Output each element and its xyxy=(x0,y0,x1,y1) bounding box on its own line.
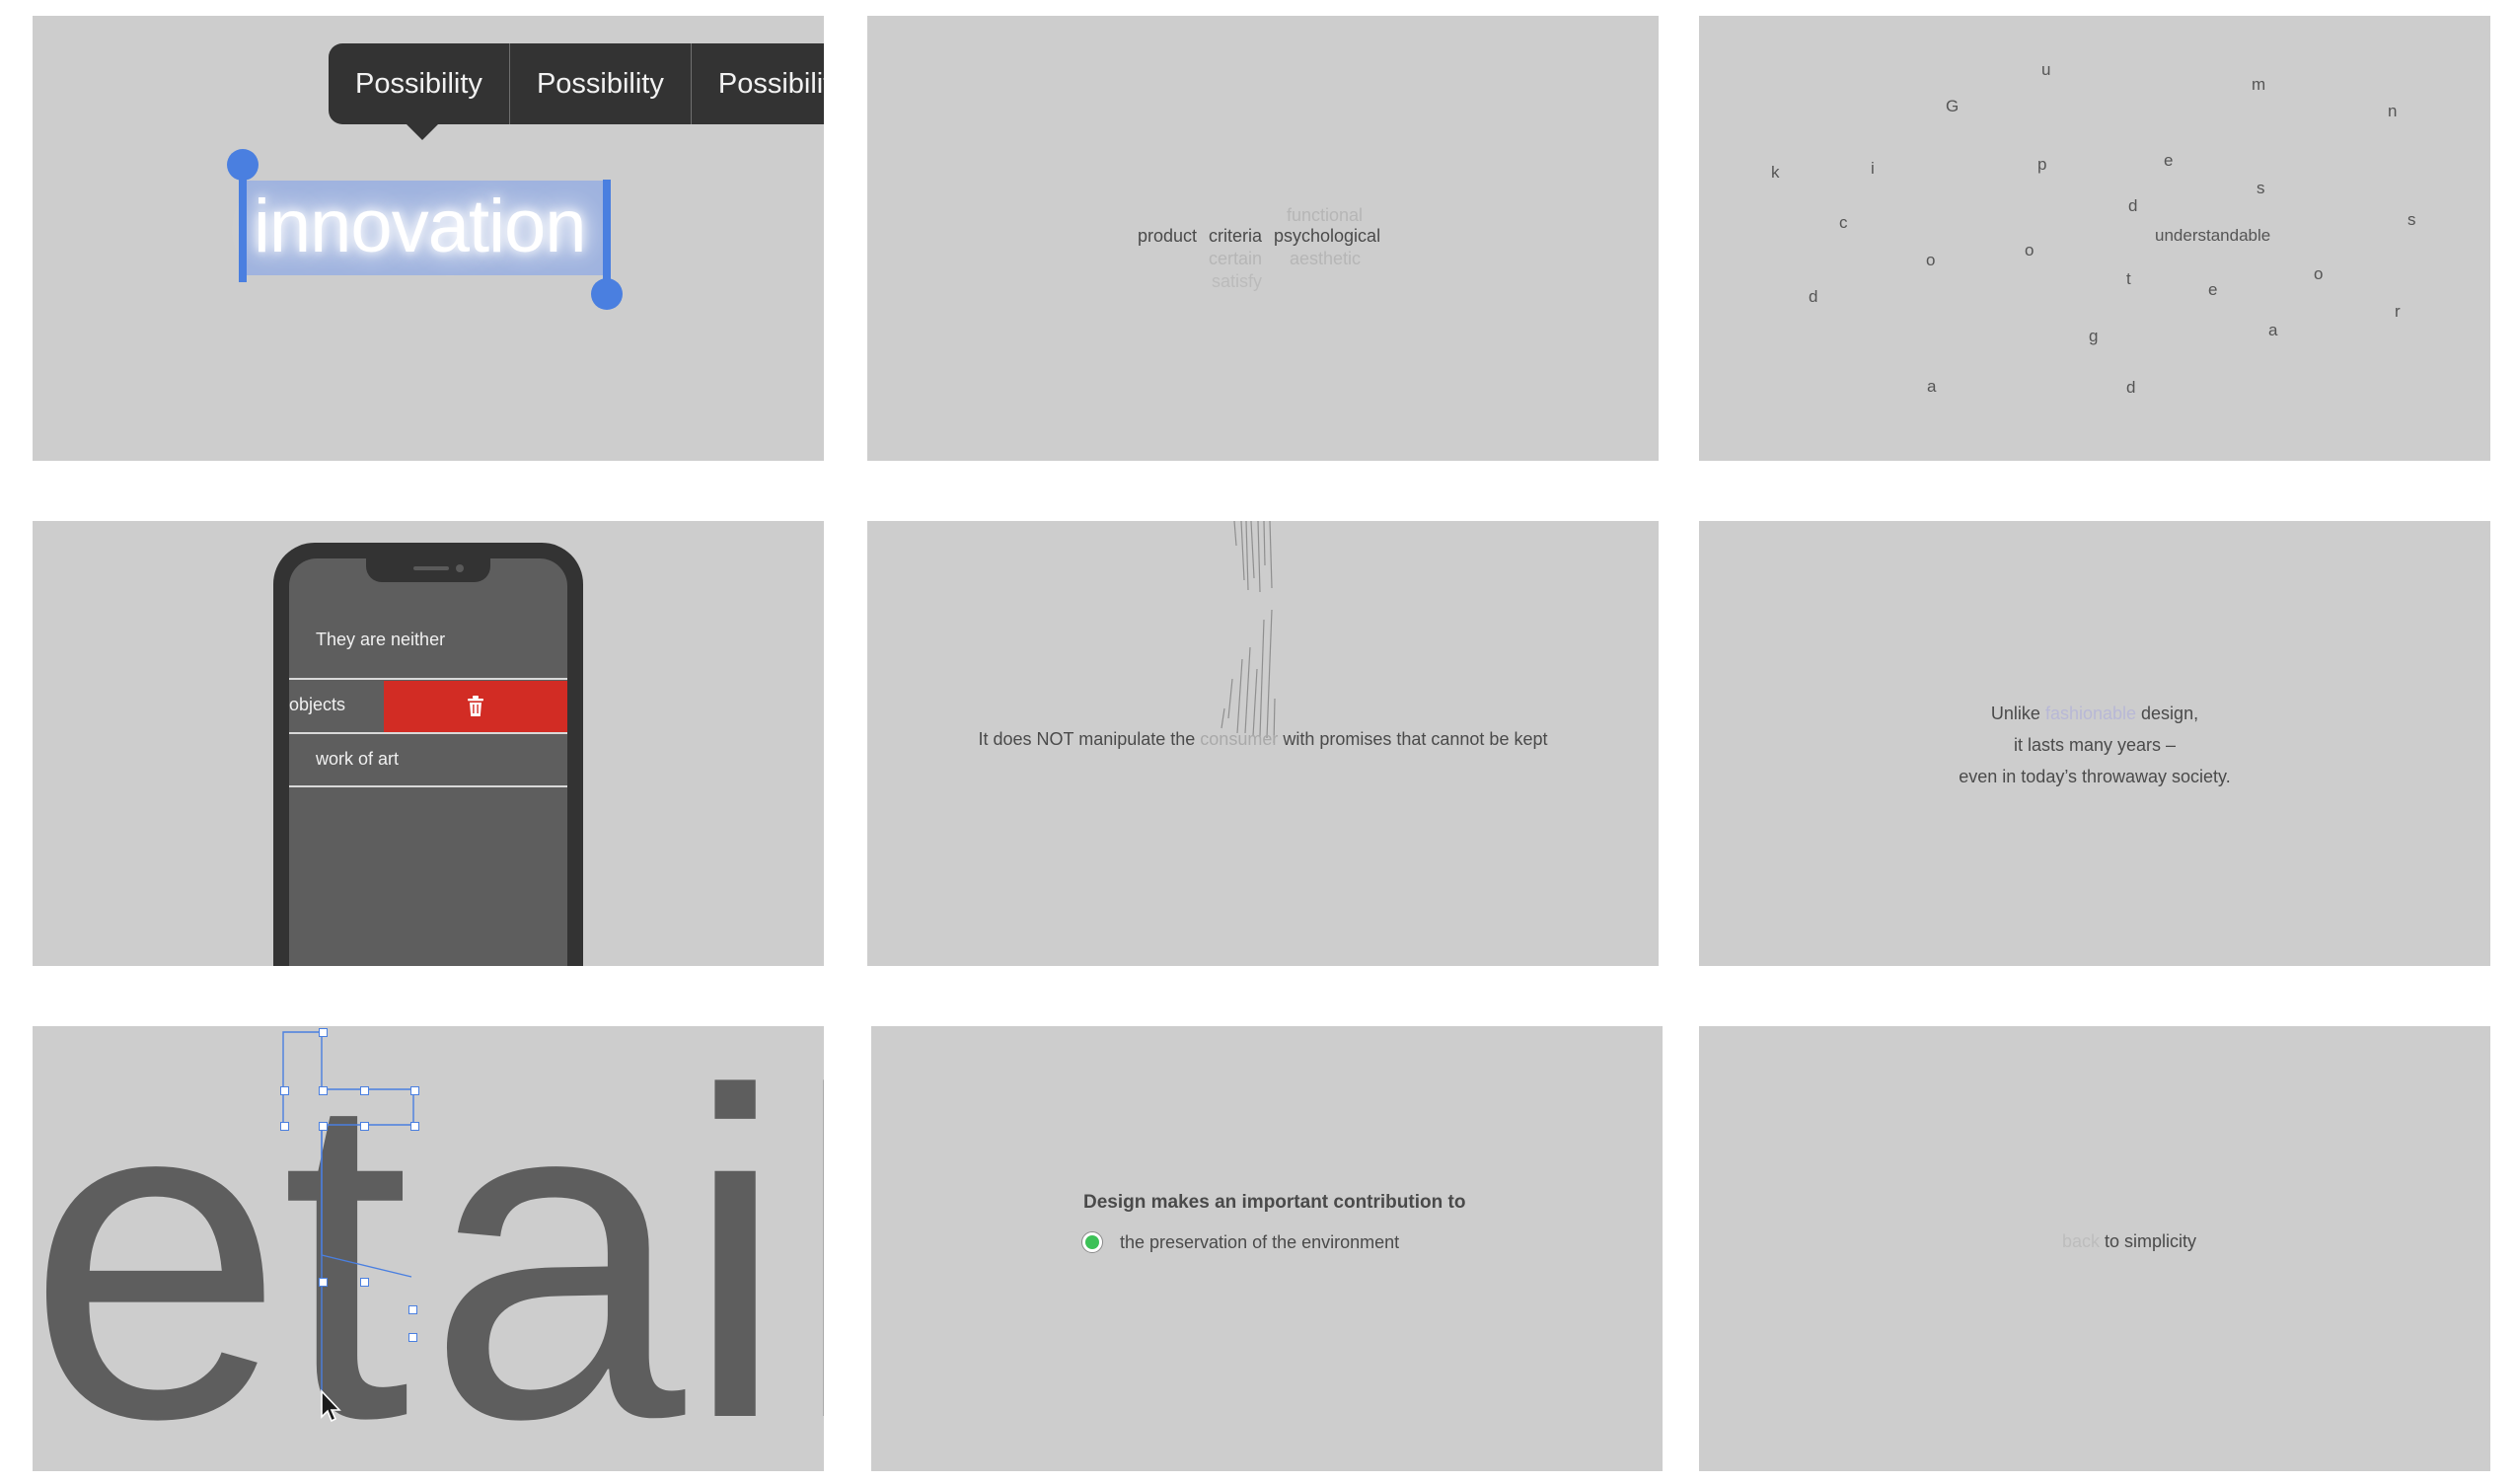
panel-simplicity: back to simplicity xyxy=(1699,1026,2490,1471)
letter: e xyxy=(2208,280,2218,299)
anchor-point[interactable] xyxy=(319,1086,328,1095)
anchor-point[interactable] xyxy=(408,1333,417,1342)
trash-icon xyxy=(468,696,483,716)
menu-option-possibility-1[interactable]: Possibility xyxy=(329,43,510,124)
selected-word[interactable]: innovation xyxy=(254,178,586,276)
panel-longevity: Unlike fashionable design, it lasts many… xyxy=(1699,521,2490,966)
anchor-point[interactable] xyxy=(360,1122,369,1131)
line1-part: Unlike xyxy=(1990,704,2045,723)
manipulation-sentence: It does NOT manipulate the consumer with… xyxy=(867,729,1659,750)
anchor-point[interactable] xyxy=(280,1122,289,1131)
letter: o xyxy=(1926,251,1936,269)
phone-notch xyxy=(366,558,490,582)
line3: even in today’s throwaway society. xyxy=(1959,767,2231,786)
list-item-work-of-art[interactable]: work of art xyxy=(316,749,567,770)
bezier-path-overlay xyxy=(282,1031,414,1393)
letter: e xyxy=(2164,151,2174,170)
word-criteria: criteria xyxy=(1209,226,1263,246)
word-to: to xyxy=(2100,1231,2125,1251)
letter: m xyxy=(2252,75,2266,94)
radio-selected-dot xyxy=(1085,1235,1099,1249)
anchor-point[interactable] xyxy=(360,1086,369,1095)
anchor-point[interactable] xyxy=(319,1278,328,1287)
faint-word-fashionable: fashionable xyxy=(2044,704,2137,723)
letter: o xyxy=(2314,264,2324,283)
longevity-text: Unlike fashionable design, it lasts many… xyxy=(1699,698,2490,792)
letter: d xyxy=(2126,378,2136,397)
letter: t xyxy=(2126,269,2131,288)
selection-start-handle[interactable] xyxy=(227,149,259,181)
radio-option-label[interactable]: the preservation of the environment xyxy=(1120,1232,1399,1253)
faint-word-back: back xyxy=(2061,1231,2100,1251)
letter: n xyxy=(2388,102,2398,120)
letter: G xyxy=(1946,97,1960,115)
list-item-they-are-neither[interactable]: They are neither xyxy=(316,630,567,650)
letter: c xyxy=(1839,213,1848,232)
phone-mockup: They are neither objects work of art xyxy=(273,543,583,966)
environment-heading: Design makes an important contribution t… xyxy=(1083,1192,1466,1213)
menu-option-possibility-3[interactable]: Possibilit xyxy=(692,43,824,124)
letter: d xyxy=(2128,196,2138,215)
letter: d xyxy=(1809,287,1818,306)
anchor-point[interactable] xyxy=(408,1305,417,1314)
letter: p xyxy=(2037,155,2047,174)
faint-word-consumer: consumer xyxy=(1200,729,1279,749)
list-divider xyxy=(289,732,567,734)
letter: g xyxy=(2089,327,2099,345)
word-functional: functional xyxy=(1287,205,1364,225)
selection-end-handle[interactable] xyxy=(591,278,623,310)
word-satisfy: satisfy xyxy=(1212,271,1263,291)
letter: s xyxy=(2407,210,2416,229)
simplicity-text: back to simplicity xyxy=(1699,1231,2490,1252)
list-divider xyxy=(289,678,567,680)
phone-screen: They are neither objects work of art xyxy=(289,558,567,966)
menu-pointer-arrow xyxy=(406,123,439,140)
camera-icon xyxy=(456,564,464,572)
text-selection-menu: Possibility Possibility Possibilit xyxy=(329,43,824,124)
word-psychological: psychological xyxy=(1274,226,1381,246)
word-understandable: understandable xyxy=(2155,226,2271,245)
panel-scattered-letters: u m G n k i p e s c d s understandable o… xyxy=(1699,16,2490,461)
letter: i xyxy=(1871,159,1875,178)
word-product: product xyxy=(1138,226,1198,246)
letter: u xyxy=(2041,60,2051,79)
letter: o xyxy=(2025,241,2035,260)
panel-phone-list: They are neither objects work of art xyxy=(33,521,824,966)
selection-start-handle-bar[interactable] xyxy=(239,180,247,282)
panel-innovation-selection: Possibility Possibility Possibilit innov… xyxy=(33,16,824,461)
anchor-point[interactable] xyxy=(319,1122,328,1131)
cursor-arrow-icon xyxy=(321,1389,341,1423)
letter: a xyxy=(1927,377,1937,396)
speaker-icon xyxy=(413,566,449,570)
anchor-point[interactable] xyxy=(410,1086,419,1095)
word-simplicity: simplicity xyxy=(2124,1231,2197,1251)
panel-environment: Design makes an important contribution t… xyxy=(871,1026,1663,1471)
letter: k xyxy=(1771,163,1780,182)
anchor-point[interactable] xyxy=(280,1086,289,1095)
line2: it lasts many years – xyxy=(2013,735,2177,755)
letter: a xyxy=(2268,321,2278,339)
letter: r xyxy=(2395,302,2401,321)
anchor-point[interactable] xyxy=(360,1278,369,1287)
panel-manipulation: It does NOT manipulate the consumer with… xyxy=(867,521,1659,966)
list-divider xyxy=(289,785,567,787)
anchor-point[interactable] xyxy=(410,1122,419,1131)
panel-criteria-words: functional product criteria psychologica… xyxy=(867,16,1659,461)
sentence-part: with promises that cannot be kept xyxy=(1278,729,1548,749)
letter: s xyxy=(2257,179,2265,197)
line1-part: design, xyxy=(2136,704,2199,723)
sentence-part: It does NOT manipulate the xyxy=(978,729,1201,749)
word-certain: certain xyxy=(1209,249,1263,268)
menu-option-possibility-2[interactable]: Possibility xyxy=(510,43,692,124)
swipe-delete-button[interactable] xyxy=(384,681,567,732)
selection-end-handle-bar[interactable] xyxy=(603,180,611,282)
anchor-point[interactable] xyxy=(319,1028,328,1037)
panel-detail-glyph: e t a i l xyxy=(33,1026,824,1471)
word-aesthetic: aesthetic xyxy=(1290,249,1362,268)
radio-button-selected[interactable] xyxy=(1081,1231,1103,1253)
